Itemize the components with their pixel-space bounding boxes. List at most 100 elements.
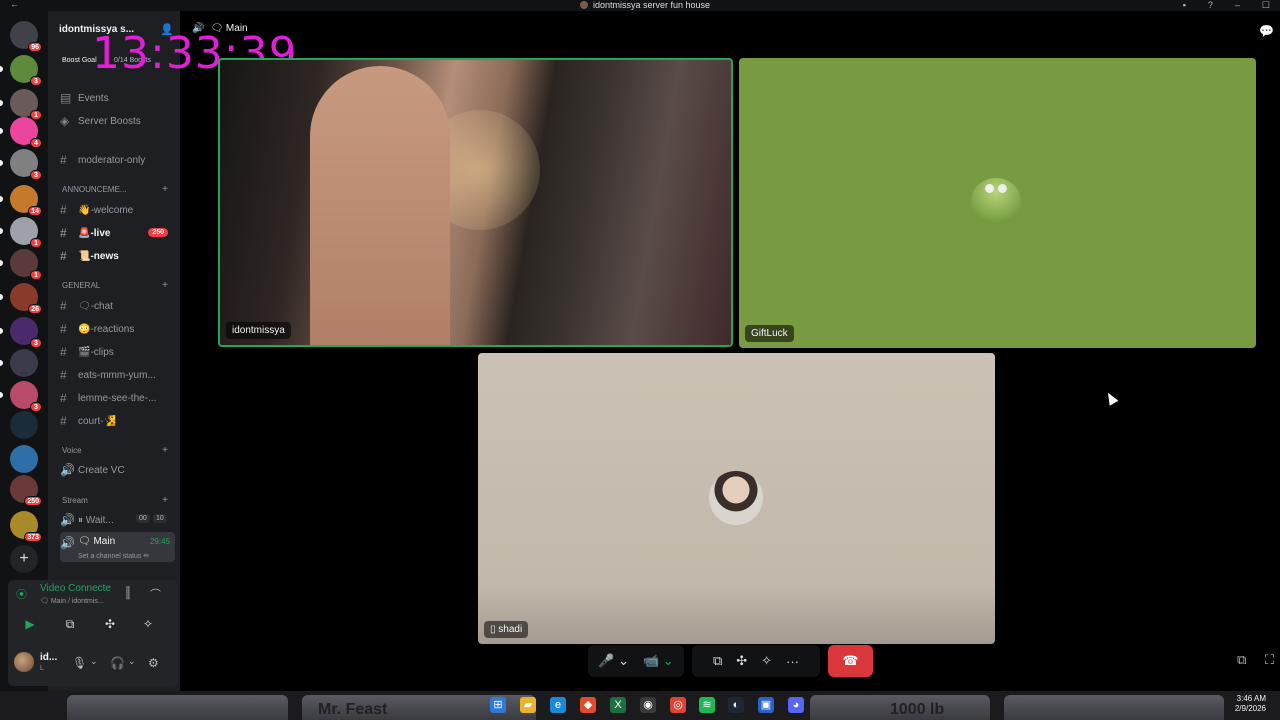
help-icon[interactable]: ? [1208, 0, 1213, 11]
unread-pill [0, 196, 3, 202]
video-tile[interactable]: idontmissya [218, 58, 733, 347]
server-icon-server-10[interactable]: 3 [10, 317, 42, 348]
file-explorer-icon[interactable]: ▰ [520, 697, 536, 713]
category-announcements[interactable]: ANNOUNCEME... [62, 185, 126, 194]
server-icon-server-5[interactable]: 3 [10, 149, 42, 180]
channel-lemme[interactable]: # lemme-see-the-... [60, 388, 175, 408]
microphone-icon[interactable]: 🎙 [72, 656, 87, 670]
category-general[interactable]: GENERAL [62, 281, 100, 290]
add-channel-icon[interactable]: + [162, 495, 168, 506]
signal-icon[interactable]: ⦿ [16, 586, 27, 602]
hash-icon: # [60, 391, 67, 405]
activities-button[interactable]: ✣ [736, 653, 747, 669]
brave-icon[interactable]: ◆ [580, 697, 596, 713]
unread-badge: 3 [30, 170, 42, 180]
more-options-button[interactable]: ··· [786, 654, 799, 669]
server-icon-server-16[interactable]: 373 [10, 511, 42, 542]
obs-icon[interactable]: ◉ [640, 697, 656, 713]
server-icon-discord-home[interactable]: 96 [10, 21, 42, 52]
server-icon-server-3[interactable]: 1 [10, 89, 42, 120]
channel-court[interactable]: # court-🧏 [60, 411, 175, 431]
add-channel-icon[interactable]: + [162, 280, 168, 291]
excel-icon[interactable]: X [610, 697, 626, 713]
maximize-icon[interactable]: ☐ [1262, 0, 1270, 11]
screen-share-button[interactable]: ⧉ [54, 614, 86, 634]
server-icon-server-7[interactable]: 1 [10, 217, 42, 248]
channel-chat[interactable]: # 🗨-chat [60, 296, 175, 316]
unread-pill [0, 294, 3, 300]
hang-up-button[interactable]: ☎ [828, 645, 873, 677]
start-icon[interactable]: ⊞ [490, 697, 506, 713]
fullscreen-icon[interactable]: ⛶ [1265, 652, 1274, 668]
speaker-icon: 🔊 [60, 513, 75, 527]
chevron-down-icon[interactable]: ⌄ [128, 656, 136, 667]
server-icon-server-12[interactable]: 3 [10, 381, 42, 412]
window-thumbnail[interactable]: 1000 lb [810, 695, 990, 720]
server-icon-server-9[interactable]: 26 [10, 283, 42, 314]
unread-pill [0, 260, 3, 266]
voice-channel-path[interactable]: 🗨 Main / idontmis... [40, 597, 104, 605]
sidebar-item-events[interactable]: ▤ Events [60, 88, 175, 108]
channel-news[interactable]: # 📜-news [60, 246, 175, 266]
avatar[interactable] [14, 652, 34, 672]
hash-icon: # [60, 203, 67, 217]
window-thumbnail[interactable] [1004, 695, 1224, 720]
server-icon-add-server[interactable]: + [10, 545, 38, 573]
activity-button[interactable]: ✣ [94, 614, 126, 634]
video-tile[interactable]: GiftLuck [739, 58, 1256, 348]
edge-icon[interactable]: e [550, 697, 566, 713]
headphones-icon[interactable]: 🎧 [110, 656, 125, 670]
server-icon-server-6[interactable]: 14 [10, 185, 42, 216]
unread-pill [0, 100, 3, 106]
server-icon-server-15[interactable]: 250 [10, 475, 42, 506]
channel-eats[interactable]: # eats-mmm-yum... [60, 365, 175, 385]
camera-button[interactable]: ▶ [14, 614, 46, 634]
chat-bubble-icon[interactable]: 💬 [1259, 24, 1274, 38]
unread-badge: 1 [30, 270, 42, 280]
channel-create-vc[interactable]: 🔊 Create VC [60, 460, 175, 480]
soundboard-button[interactable]: ✧ [761, 653, 772, 669]
channel-status-prompt[interactable]: Set a channel status ✏ [78, 552, 149, 560]
video-tile[interactable]: ▯ shadi [478, 353, 995, 644]
spotify-icon[interactable]: ≋ [699, 697, 715, 713]
server-icon-server-8[interactable]: 1 [10, 249, 42, 280]
sidebar-item-server-boosts[interactable]: ◈ Server Boosts [60, 111, 175, 131]
minimize-icon[interactable]: – [1235, 0, 1240, 11]
disconnect-icon[interactable]: ⌒ [150, 586, 161, 602]
steam-icon[interactable]: ◐ [728, 697, 744, 713]
discord-icon[interactable]: ◕ [788, 697, 804, 713]
noise-suppression-icon[interactable]: ║ [124, 587, 132, 599]
channel-label: 🚨-live [78, 227, 111, 239]
channel-clips[interactable]: # 🎬-clips [60, 342, 175, 362]
gear-icon[interactable]: ⚙ [148, 656, 159, 670]
microphone-toggle[interactable]: 🎤 ⌄ [598, 653, 629, 669]
back-arrow-icon[interactable]: ← [10, 0, 19, 9]
server-icon-server-11[interactable] [10, 349, 38, 377]
server-icon-discord-server[interactable]: 4 [10, 117, 42, 148]
unread-badge: 3 [30, 76, 42, 86]
server-icon-stake-server[interactable] [10, 411, 38, 439]
channel-welcome[interactable]: # 👋-welcome [60, 200, 175, 220]
add-channel-icon[interactable]: + [162, 184, 168, 195]
camera-toggle[interactable]: 📹 ⌄ [643, 653, 674, 669]
add-channel-icon[interactable]: + [162, 445, 168, 456]
pop-out-icon[interactable]: ⧉ [1237, 652, 1246, 668]
channel-reactions[interactable]: # 😳-reactions [60, 319, 175, 339]
screen-share-button[interactable]: ⧉ [713, 653, 722, 669]
chevron-down-icon[interactable]: ⌄ [90, 656, 98, 667]
system-clock[interactable]: 3:46 AM 2/9/2026 [1235, 694, 1266, 714]
category-stream[interactable]: Stream [62, 496, 88, 505]
chrome-icon[interactable]: ◎ [670, 697, 686, 713]
window-thumbnail[interactable] [67, 695, 288, 720]
monitor-app-icon[interactable]: ▣ [758, 697, 774, 713]
server-icon-frog-server[interactable]: 3 [10, 55, 42, 86]
inbox-icon[interactable]: ▪ [1183, 0, 1186, 11]
camera-icon: ▶ [25, 617, 35, 631]
channel-label: court-🧏 [78, 415, 117, 427]
call-action-controls: ⧉ ✣ ✧ ··· [692, 645, 820, 677]
channel-moderator-only[interactable]: # moderator-only [60, 150, 175, 170]
category-voice[interactable]: Voice [62, 446, 82, 455]
soundboard-button[interactable]: ✧ [132, 614, 164, 634]
server-icon-dl-server[interactable] [10, 445, 38, 473]
frog-avatar [971, 178, 1021, 224]
